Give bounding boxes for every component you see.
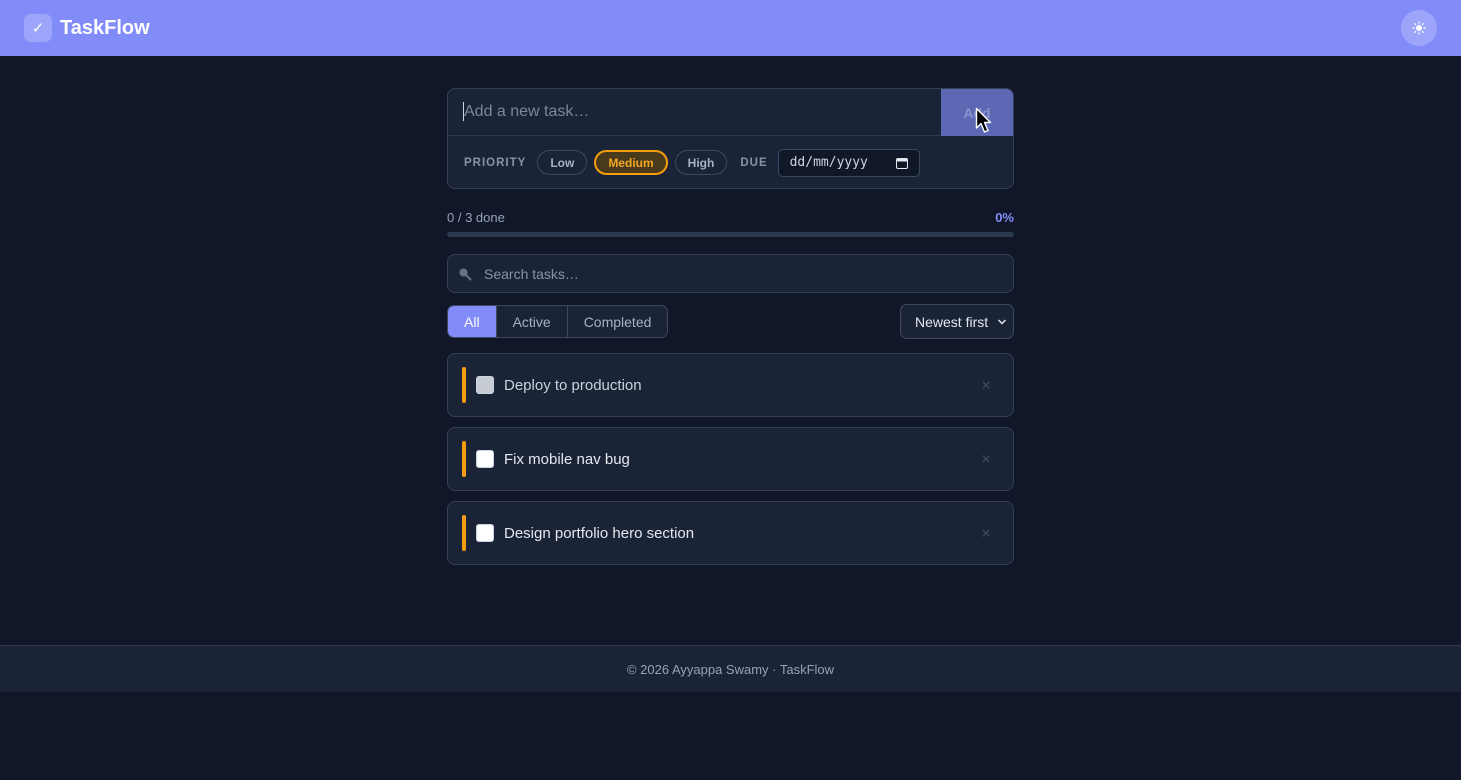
tab-active[interactable]: Active [496,306,568,337]
mouse-cursor-icon [975,107,992,133]
priority-medium-button[interactable]: Medium [594,150,668,175]
search-input[interactable] [484,265,1003,282]
due-date-input[interactable]: dd/mm/yyyy [777,148,920,177]
app-title: TaskFlow [60,16,150,39]
tab-completed[interactable]: Completed [567,306,668,337]
sun-icon [1412,21,1426,35]
due-date-placeholder: dd/mm/yyyy [789,155,868,170]
priority-indicator [462,515,466,551]
tab-all[interactable]: All [448,306,497,337]
task-item: Fix mobile nav bug [447,427,1014,491]
priority-low-button[interactable]: Low [537,150,588,175]
footer-text: © 2026 Ayyappa Swamy · TaskFlow [626,661,835,677]
check-icon: ✓ [24,14,52,42]
add-task-card: Add PRIORITY Low Medium High DUE dd/mm/y… [447,88,1014,189]
task-item: Deploy to production [447,353,1014,417]
progress-bar [447,232,1014,237]
sort-select[interactable]: Newest first [900,304,1014,339]
new-task-input[interactable] [448,89,941,135]
priority-indicator [462,441,466,477]
task-label: Fix mobile nav bug [504,450,630,468]
search-icon [459,268,472,280]
priority-label: PRIORITY [464,156,527,169]
close-icon[interactable] [979,452,993,466]
filter-row: All Active Completed Newest first [447,304,1014,339]
theme-toggle-button[interactable] [1401,10,1437,46]
close-icon[interactable] [979,378,993,392]
text-caret [463,102,464,121]
task-item: Design portfolio hero section [447,501,1014,565]
calendar-icon[interactable] [895,157,908,169]
search-box [447,254,1014,293]
task-checkbox[interactable] [476,450,494,468]
app-header: ✓ TaskFlow [0,0,1461,56]
task-label: Deploy to production [504,376,642,394]
task-list: Deploy to production Fix mobile nav bug … [447,353,1014,565]
priority-high-button[interactable]: High [674,150,728,175]
due-label: DUE [740,156,768,169]
task-label: Design portfolio hero section [504,524,695,542]
filter-tabs: All Active Completed [447,305,669,338]
task-checkbox[interactable] [476,376,494,394]
progress-count: 0 / 3 done [447,210,505,225]
task-options-row: PRIORITY Low Medium High DUE dd/mm/yyyy [448,136,1013,188]
chevron-down-icon [997,318,1007,325]
page-footer: © 2026 Ayyappa Swamy · TaskFlow [0,645,1461,692]
priority-indicator [462,367,466,403]
progress-percent: 0% [995,210,1014,225]
progress-summary: 0 / 3 done 0% [447,210,1014,225]
task-checkbox[interactable] [476,524,494,542]
main-content: Add PRIORITY Low Medium High DUE dd/mm/y… [447,88,1014,575]
sort-selected-value: Newest first [915,313,989,330]
add-task-row: Add [448,89,1013,136]
close-icon[interactable] [979,526,993,540]
